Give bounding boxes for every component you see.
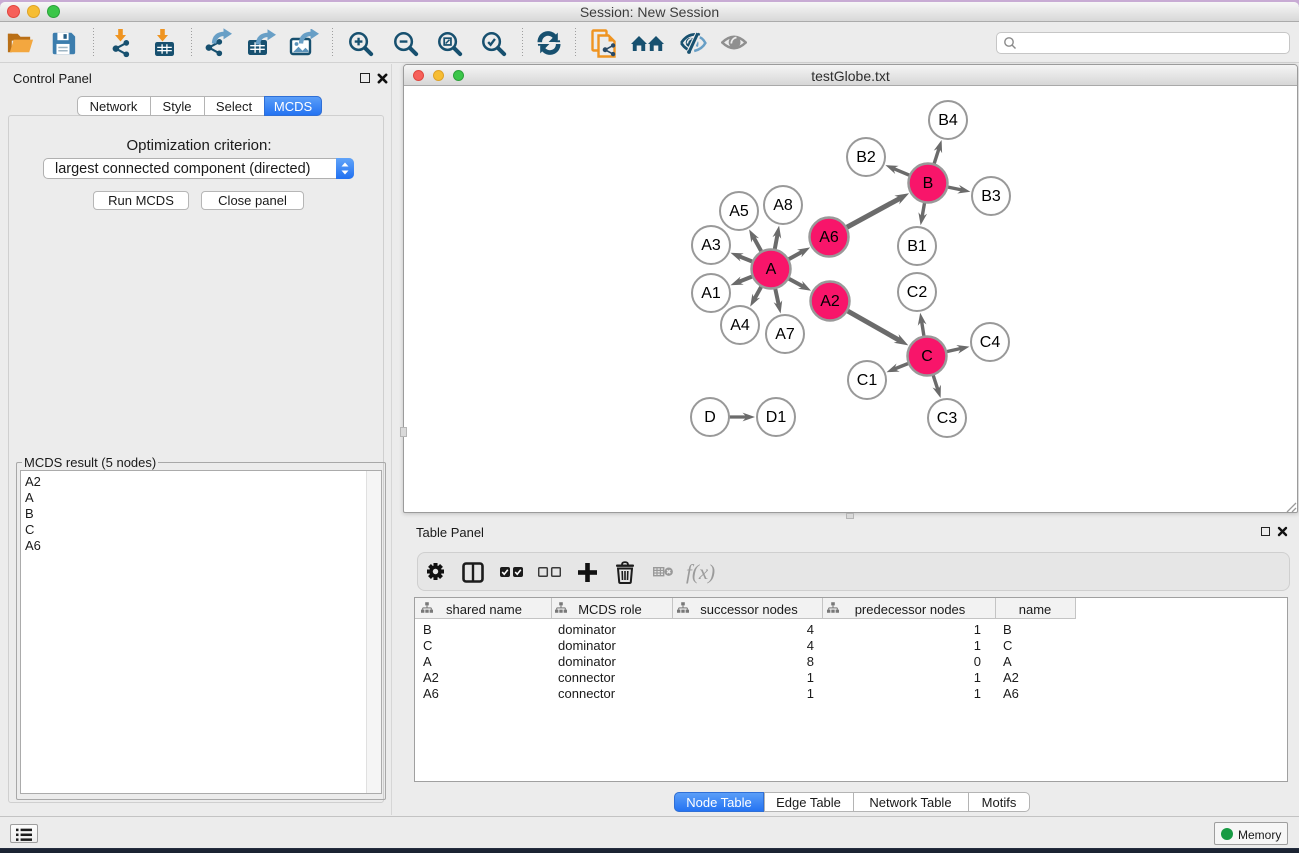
- svg-text:C2: C2: [907, 284, 928, 301]
- svg-text:B3: B3: [981, 188, 1001, 205]
- svg-text:A5: A5: [729, 203, 749, 220]
- svg-text:A3: A3: [701, 237, 721, 254]
- svg-text:A: A: [766, 261, 777, 278]
- svg-text:D: D: [704, 409, 716, 426]
- svg-text:D1: D1: [766, 409, 787, 426]
- svg-text:B4: B4: [938, 112, 958, 129]
- svg-text:A1: A1: [701, 285, 721, 302]
- svg-text:B1: B1: [907, 238, 927, 255]
- svg-text:C1: C1: [857, 372, 878, 389]
- svg-text:C: C: [921, 348, 933, 365]
- svg-text:A7: A7: [775, 326, 795, 343]
- svg-text:A6: A6: [819, 229, 839, 246]
- svg-text:A4: A4: [730, 317, 750, 334]
- svg-text:A2: A2: [820, 293, 840, 310]
- svg-text:C3: C3: [937, 410, 958, 427]
- svg-text:B: B: [923, 175, 934, 192]
- svg-text:A8: A8: [773, 197, 793, 214]
- svg-text:C4: C4: [980, 334, 1001, 351]
- svg-text:B2: B2: [856, 149, 876, 166]
